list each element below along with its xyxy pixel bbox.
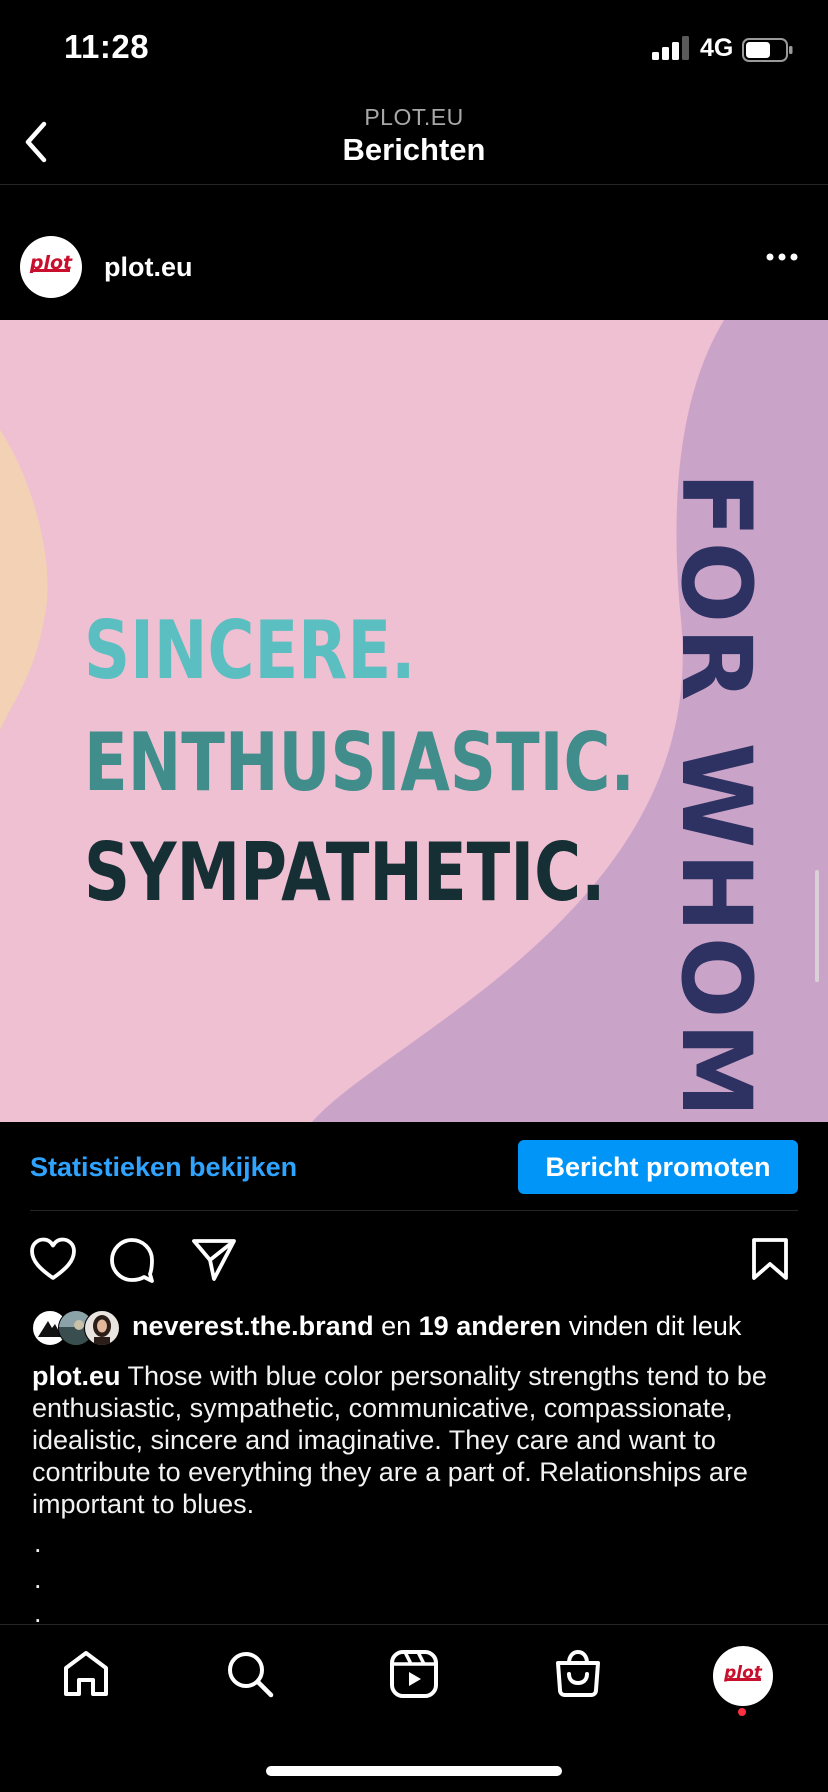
caption-dot: . [34, 1528, 42, 1558]
image-word-enthusiastic: ENTHUSIASTIC. [84, 716, 635, 809]
account-name: PLOT.EU [364, 104, 464, 130]
more-options-icon[interactable] [766, 252, 798, 262]
post-avatar[interactable]: plot [20, 236, 82, 298]
actions-divider [30, 1210, 798, 1211]
caption-dot: . [34, 1564, 42, 1594]
view-insights-link[interactable]: Statistieken bekijken [30, 1152, 297, 1183]
liker-avatars[interactable] [32, 1310, 122, 1346]
likes-suffix: vinden dit leuk [568, 1311, 742, 1341]
image-word-sympathetic: SYMPATHETIC. [84, 826, 606, 919]
caption-username[interactable]: plot.eu [32, 1361, 121, 1391]
likes-others[interactable]: 19 anderen [419, 1311, 562, 1341]
heart-icon[interactable] [28, 1236, 78, 1282]
status-time: 11:28 [64, 28, 150, 65]
person-photo-icon [93, 1315, 111, 1345]
reels-icon[interactable] [388, 1648, 440, 1700]
search-icon[interactable] [224, 1648, 276, 1700]
plot-logo-icon: plot [29, 252, 73, 274]
image-side-text: FOR WHOM? [660, 472, 772, 1122]
share-icon[interactable] [190, 1236, 238, 1282]
promote-post-button[interactable]: Bericht promoten [518, 1140, 798, 1194]
header-divider [0, 184, 828, 185]
post-username[interactable]: plot.eu [104, 252, 193, 283]
scroll-indicator [815, 870, 819, 982]
signal-icon [652, 36, 689, 60]
comment-icon[interactable] [108, 1236, 156, 1284]
caption-text: Those with blue color personality streng… [32, 1361, 767, 1519]
liker-username[interactable]: neverest.the.brand [132, 1311, 374, 1341]
profile-tab-avatar[interactable]: plot [713, 1646, 773, 1706]
page-title: Berichten [342, 132, 486, 167]
likes-text[interactable]: neverest.the.brand en 19 anderen vinden … [132, 1311, 741, 1342]
liker-avatar-3 [84, 1310, 120, 1346]
plot-logo-icon: plot [723, 1663, 763, 1683]
battery-icon [742, 38, 793, 62]
notification-dot [738, 1708, 746, 1716]
image-word-sincere: SINCERE. [84, 604, 416, 697]
home-indicator [266, 1766, 562, 1776]
likes-connector: en [381, 1311, 412, 1341]
network-type: 4G [700, 34, 734, 62]
profile-logo-text: plot [723, 1663, 763, 1683]
avatar-logo-text: plot [29, 252, 73, 274]
bookmark-icon[interactable] [750, 1236, 790, 1282]
home-icon[interactable] [60, 1648, 112, 1700]
shop-icon[interactable] [552, 1648, 604, 1700]
post-caption: plot.eu Those with blue color personalit… [32, 1360, 802, 1520]
post-image[interactable]: SINCERE. ENTHUSIASTIC. SYMPATHETIC. FOR … [0, 320, 828, 1122]
